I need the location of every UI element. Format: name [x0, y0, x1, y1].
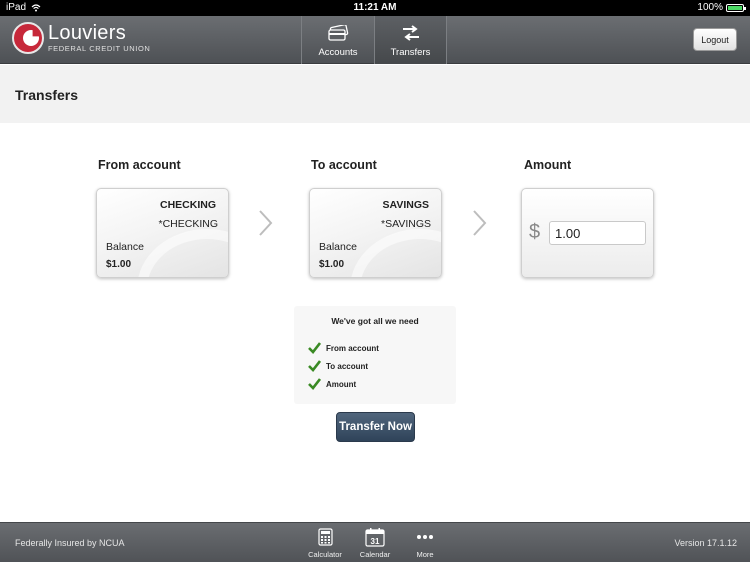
tab-transfers[interactable]: Transfers: [374, 16, 447, 64]
to-account-card[interactable]: SAVINGS *SAVINGS Balance $1.00: [309, 188, 442, 278]
logo-mark-icon: [12, 22, 44, 54]
to-balance-label: Balance: [319, 241, 357, 253]
readiness-checklist: We've got all we need From account To ac…: [294, 306, 456, 404]
from-balance-label: Balance: [106, 241, 144, 253]
from-balance-value: $1.00: [106, 259, 132, 270]
status-bar: iPad 11:21 AM 100%: [0, 0, 750, 16]
chevron-right-icon: [259, 210, 273, 236]
footer-tab-more-label: More: [416, 550, 434, 559]
footer-tab-more[interactable]: More: [403, 527, 447, 559]
battery-percent: 100%: [697, 2, 723, 13]
to-account-label: To account: [311, 158, 377, 172]
to-account-name: SAVINGS: [382, 199, 429, 211]
transfer-arrows-icon: [402, 25, 419, 41]
amount-label: Amount: [524, 158, 572, 172]
status-time: 11:21 AM: [353, 2, 397, 13]
brand-logo: Louviers FEDERAL CREDIT UNION: [12, 22, 150, 54]
from-account-name: CHECKING: [159, 199, 216, 211]
more-icon: [417, 535, 433, 539]
chevron-right-icon: [473, 210, 487, 236]
amount-card: $: [521, 188, 654, 278]
ncua-notice: Federally Insured by NCUA: [15, 538, 125, 548]
title-band: Transfers: [0, 65, 750, 123]
nav-tabs: Accounts Transfers: [301, 16, 447, 64]
checklist-title: We've got all we need: [331, 316, 419, 326]
logout-button[interactable]: Logout: [693, 28, 737, 51]
svg-text:31: 31: [371, 537, 380, 546]
calculator-icon: [317, 528, 333, 546]
app-version: Version 17.1.12: [674, 538, 737, 548]
amount-input[interactable]: [549, 221, 646, 245]
brand-subtitle: FEDERAL CREDIT UNION: [48, 44, 151, 53]
status-right: 100%: [697, 2, 746, 13]
tab-transfers-label: Transfers: [390, 47, 431, 58]
to-balance-value: $1.00: [319, 259, 345, 270]
app-footer: Federally Insured by NCUA Calculator 31: [0, 522, 750, 562]
checkmark-icon: [308, 342, 321, 354]
checklist-item: To account: [308, 360, 368, 372]
footer-tab-calculator-label: Calculator: [308, 550, 342, 559]
from-account-label: From account: [98, 158, 181, 172]
tab-accounts-label: Accounts: [318, 47, 358, 58]
brand-name: Louviers: [48, 22, 126, 44]
calendar-icon: 31: [365, 527, 385, 547]
cards-icon: [328, 25, 349, 41]
footer-tab-calculator[interactable]: Calculator: [303, 527, 347, 559]
page-title: Transfers: [15, 87, 79, 103]
checklist-item: From account: [308, 342, 379, 354]
checklist-item: Amount: [308, 378, 356, 390]
footer-tab-calendar[interactable]: 31 Calendar: [353, 527, 397, 559]
app-header: Louviers FEDERAL CREDIT UNION Accounts T…: [0, 16, 750, 64]
transfer-now-button[interactable]: Transfer Now: [336, 412, 415, 442]
checkmark-icon: [308, 378, 321, 390]
currency-symbol: $: [529, 221, 541, 243]
footer-tab-calendar-label: Calendar: [359, 550, 391, 559]
to-account-sub: *SAVINGS: [381, 218, 431, 230]
checkmark-icon: [308, 360, 321, 372]
battery-icon: [726, 3, 746, 12]
tab-accounts[interactable]: Accounts: [301, 16, 374, 64]
from-account-card[interactable]: CHECKING *CHECKING Balance $1.00: [96, 188, 229, 278]
from-account-sub: *CHECKING: [158, 218, 218, 230]
